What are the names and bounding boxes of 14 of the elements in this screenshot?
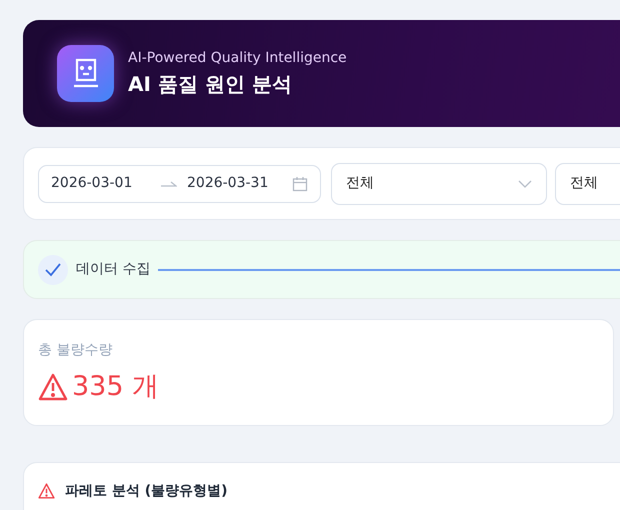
- robot-logo-icon: [57, 45, 114, 102]
- date-range-field[interactable]: 2026-03-01 2026-03-31: [38, 164, 321, 202]
- step-label: 데이터 수집: [76, 260, 150, 279]
- warning-icon: [38, 373, 68, 402]
- header-subtitle: AI-Powered Quality Intelligence: [128, 49, 347, 68]
- page-title: AI 품질 원인 분석: [128, 71, 293, 98]
- calendar-icon: [292, 176, 308, 192]
- pareto-title: 파레토 분석 (불량유형별): [65, 482, 228, 501]
- kpi-label: 총 불량수량: [38, 341, 114, 360]
- warning-icon: [38, 483, 55, 499]
- kpi-value: 335 개: [72, 370, 160, 404]
- chevron-down-icon: [518, 180, 532, 188]
- filter-select[interactable]: 전체: [331, 162, 547, 204]
- filter-select[interactable]: 전체: [555, 162, 620, 204]
